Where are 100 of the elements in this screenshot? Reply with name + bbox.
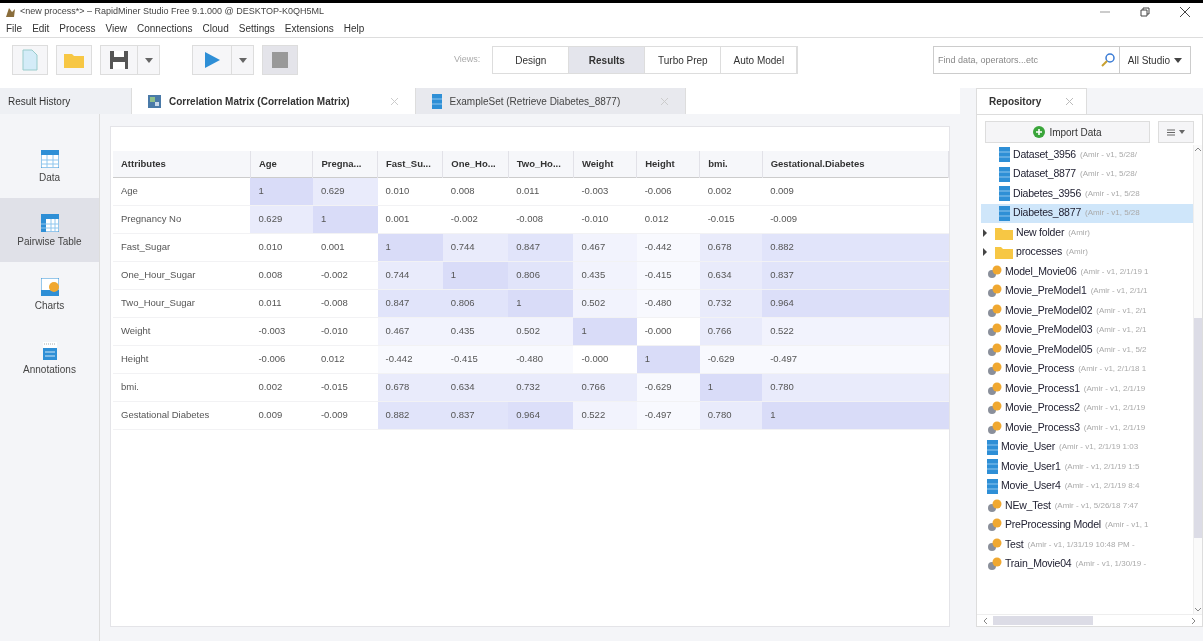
menu-item[interactable]: File: [4, 21, 25, 36]
repository-item[interactable]: Movie_Process1 (Amir - v1, 2/1/19: [981, 379, 1193, 399]
table-cell: 0.008: [442, 177, 509, 205]
table-cell: -0.010: [573, 205, 637, 233]
table-cell: 0.882: [377, 401, 443, 429]
restore-icon[interactable]: [1139, 5, 1151, 18]
row-header: Age: [113, 177, 251, 205]
item-details: (Amir - v1, 1/31/19 10:48 PM -: [1027, 538, 1135, 551]
row-header: Pregnancy No: [113, 205, 251, 233]
repository-item[interactable]: Movie_Process2 (Amir - v1, 2/1/19: [981, 398, 1193, 418]
repository-item[interactable]: Train_Movie04 (Amir - v1, 1/30/19 -: [981, 554, 1193, 574]
repository-item[interactable]: Movie_PreModel03 (Amir - v1, 2/1: [981, 320, 1193, 340]
repository-item[interactable]: Dataset_3956 (Amir - v1, 5/28/: [981, 145, 1193, 165]
item-name: Diabetes_3956: [1013, 185, 1082, 201]
document-tab[interactable]: ExampleSet (Retrieve Diabetes_8877): [415, 88, 687, 114]
view-tab[interactable]: Data: [0, 134, 99, 198]
column-header[interactable]: Gestational.Diabetes: [762, 151, 949, 177]
column-header[interactable]: Age: [250, 151, 313, 177]
matrix-icon: [148, 94, 161, 108]
menu-item[interactable]: Settings: [236, 21, 277, 36]
stop-button[interactable]: [262, 45, 298, 75]
table-cell: 0.522: [762, 317, 949, 345]
view-tab[interactable]: Charts: [0, 262, 99, 326]
view-button[interactable]: Results: [569, 47, 646, 73]
column-header[interactable]: One_Ho...: [442, 151, 509, 177]
search-scope-dropdown[interactable]: All Studio: [1119, 46, 1191, 74]
table-cell: 0.837: [442, 401, 509, 429]
scrollbar-thumb[interactable]: [993, 616, 1093, 625]
search-icon: [1100, 53, 1115, 67]
import-data-button[interactable]: Import Data: [985, 121, 1150, 143]
search-field[interactable]: Find data, operators...etc: [933, 46, 1120, 74]
document-icon: [22, 49, 38, 71]
repository-tab[interactable]: Repository: [976, 88, 1088, 114]
scroll-left-icon[interactable]: [981, 616, 989, 625]
menu-item[interactable]: Edit: [30, 21, 52, 36]
view-tab[interactable]: Annotations: [0, 326, 99, 390]
item-details: (Amir - v1, 5/28/: [1080, 148, 1137, 161]
repository-item[interactable]: Movie_PreModel02 (Amir - v1, 2/1: [981, 301, 1193, 321]
menu-item[interactable]: Help: [341, 21, 367, 36]
vertical-scrollbar[interactable]: [1193, 145, 1202, 614]
repository-item[interactable]: Test (Amir - v1, 1/31/19 10:48 PM -: [981, 535, 1193, 555]
repository-item[interactable]: Dataset_8877 (Amir - v1, 5/28/: [981, 164, 1193, 184]
table-cell: 0.001: [377, 205, 443, 233]
repository-item[interactable]: Movie_Process3 (Amir - v1, 2/1/19: [981, 418, 1193, 438]
menu-item[interactable]: Process: [57, 21, 98, 36]
repository-item[interactable]: PreProcessing Model (Amir - v1, 1: [981, 515, 1193, 535]
table-cell: 0.678: [699, 233, 763, 261]
repository-item[interactable]: Movie_User4 (Amir - v1, 2/1/19 8:4: [981, 476, 1193, 496]
table-cell: 0.002: [250, 373, 313, 401]
column-header[interactable]: bmi.: [699, 151, 763, 177]
item-name: Movie_User4: [1001, 478, 1061, 494]
repository-item[interactable]: Model_Movie06 (Amir - v1, 2/1/19 1: [981, 262, 1193, 282]
item-details: (Amir): [1068, 226, 1090, 239]
scroll-down-icon[interactable]: [1194, 606, 1202, 614]
menu-item[interactable]: View: [103, 21, 129, 36]
close-icon[interactable]: [1179, 5, 1191, 18]
column-header[interactable]: Pregna...: [312, 151, 378, 177]
table-cell: 0.502: [573, 289, 637, 317]
repository-item[interactable]: Movie_PreModel1 (Amir - v1, 2/1/1: [981, 281, 1193, 301]
result-history-tab[interactable]: Result History: [0, 88, 132, 114]
database-icon: [987, 459, 998, 475]
item-name: NEw_Test: [1005, 497, 1051, 513]
repository-item[interactable]: New folder (Amir): [981, 223, 1193, 243]
column-header[interactable]: Weight: [573, 151, 637, 177]
menu-button[interactable]: [1158, 121, 1194, 143]
menu-item[interactable]: Connections: [135, 21, 195, 36]
item-details: (Amir - v1, 2/1/19 1:5: [1064, 460, 1140, 473]
column-header[interactable]: Attributes: [113, 151, 251, 177]
repository-item[interactable]: Diabetes_3956 (Amir - v1, 5/28: [981, 184, 1193, 204]
column-header[interactable]: Height: [636, 151, 700, 177]
repository-item[interactable]: NEw_Test (Amir - v1, 5/26/18 7:47: [981, 496, 1193, 516]
caret-icon: [1179, 130, 1185, 134]
table-cell: 0.629: [250, 205, 313, 233]
view-tab[interactable]: Pairwise Table: [0, 198, 99, 262]
item-details: (Amir - v1, 1/30/19 -: [1075, 558, 1147, 571]
item-name: processes: [1016, 244, 1063, 260]
repository-item[interactable]: Movie_Process (Amir - v1, 2/1/18 1: [981, 359, 1193, 379]
item-details: (Amir - v1, 2/1/19 1:03: [1059, 441, 1139, 454]
plus-icon: [1033, 126, 1046, 138]
repository-item[interactable]: Movie_PreModel05 (Amir - v1, 5/2: [981, 340, 1193, 360]
row-header: One_Hour_Sugar: [113, 261, 251, 289]
item-details: (Amir - v1, 5/28: [1085, 207, 1140, 220]
table-cell: 1: [442, 261, 509, 289]
scroll-right-icon[interactable]: [1190, 616, 1198, 625]
column-header[interactable]: Fast_Su...: [377, 151, 443, 177]
scroll-up-icon[interactable]: [1194, 145, 1202, 153]
repository-item[interactable]: processes (Amir): [981, 242, 1193, 262]
repository-item[interactable]: Diabetes_8877 (Amir - v1, 5/28: [981, 203, 1193, 223]
column-header[interactable]: Two_Ho...: [508, 151, 574, 177]
horizontal-scrollbar[interactable]: [977, 614, 1202, 626]
repository-item[interactable]: Movie_User (Amir - v1, 2/1/19 1:03: [981, 437, 1193, 457]
table-cell: -0.442: [636, 233, 700, 261]
table-cell: -0.480: [636, 289, 700, 317]
menu-item[interactable]: Cloud: [200, 21, 231, 36]
menu-item[interactable]: Extensions: [282, 21, 336, 36]
table-cell: -0.415: [442, 345, 509, 373]
item-details: (Amir - v1, 2/1/1: [1090, 285, 1148, 298]
table-cell: 0.012: [312, 345, 378, 373]
scrollbar-thumb[interactable]: [1194, 318, 1202, 538]
repository-item[interactable]: Movie_User1 (Amir - v1, 2/1/19 1:5: [981, 457, 1193, 477]
